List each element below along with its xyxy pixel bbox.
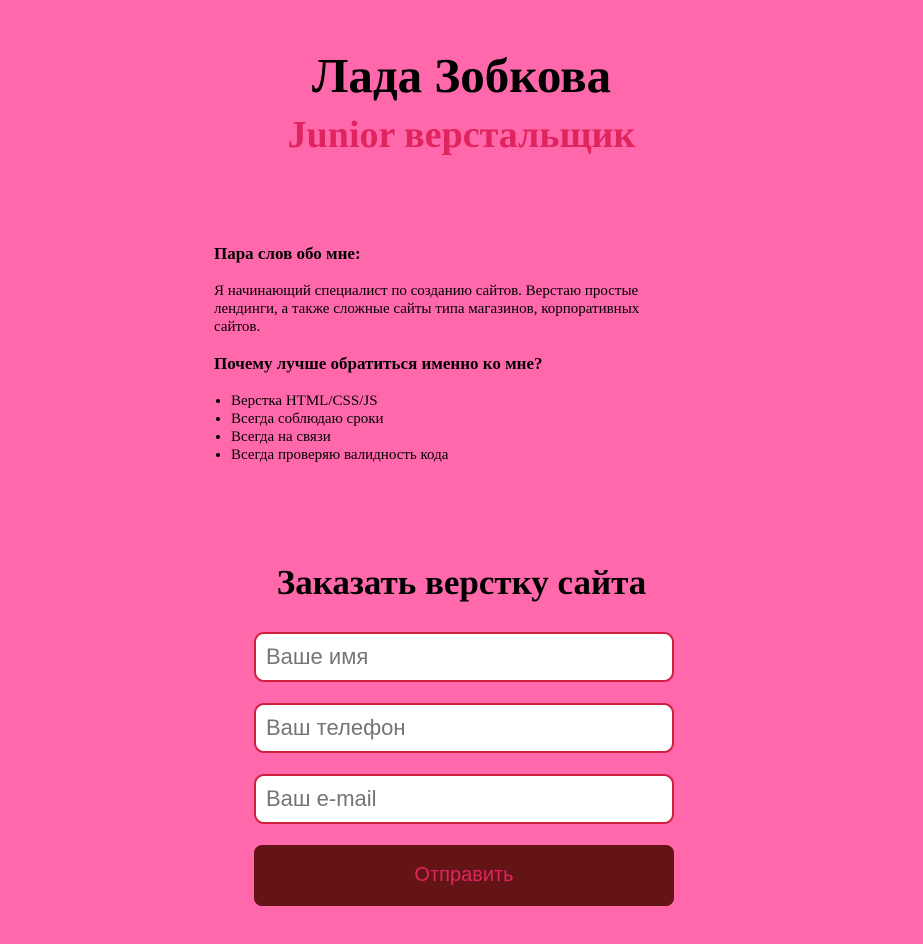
about-section: Пара слов обо мне: Я начинающий специали… <box>214 244 684 464</box>
order-form-title: Заказать верстку сайта <box>276 563 647 602</box>
list-item: Всегда соблюдаю сроки <box>231 410 684 428</box>
about-heading: Пара слов обо мне: <box>214 244 361 263</box>
reasons-list: Верстка HTML/CSS/JS Всегда соблюдаю срок… <box>214 392 684 464</box>
list-item: Всегда проверяю валидность кода <box>231 446 684 464</box>
job-title: Junior верстальщик <box>287 114 636 156</box>
page-title: Лада Зобкова <box>311 48 612 103</box>
submit-button[interactable]: Отправить <box>254 845 674 906</box>
about-text: Я начинающий специалист по созданию сайт… <box>214 283 640 335</box>
email-field[interactable] <box>254 774 674 824</box>
list-item: Всегда на связи <box>231 428 684 446</box>
phone-field[interactable] <box>254 703 674 753</box>
why-heading: Почему лучше обратиться именно ко мне? <box>214 354 543 373</box>
page: Лада Зобкова Junior верстальщик Пара сло… <box>0 0 923 944</box>
list-item: Верстка HTML/CSS/JS <box>231 392 684 410</box>
name-field[interactable] <box>254 632 674 682</box>
